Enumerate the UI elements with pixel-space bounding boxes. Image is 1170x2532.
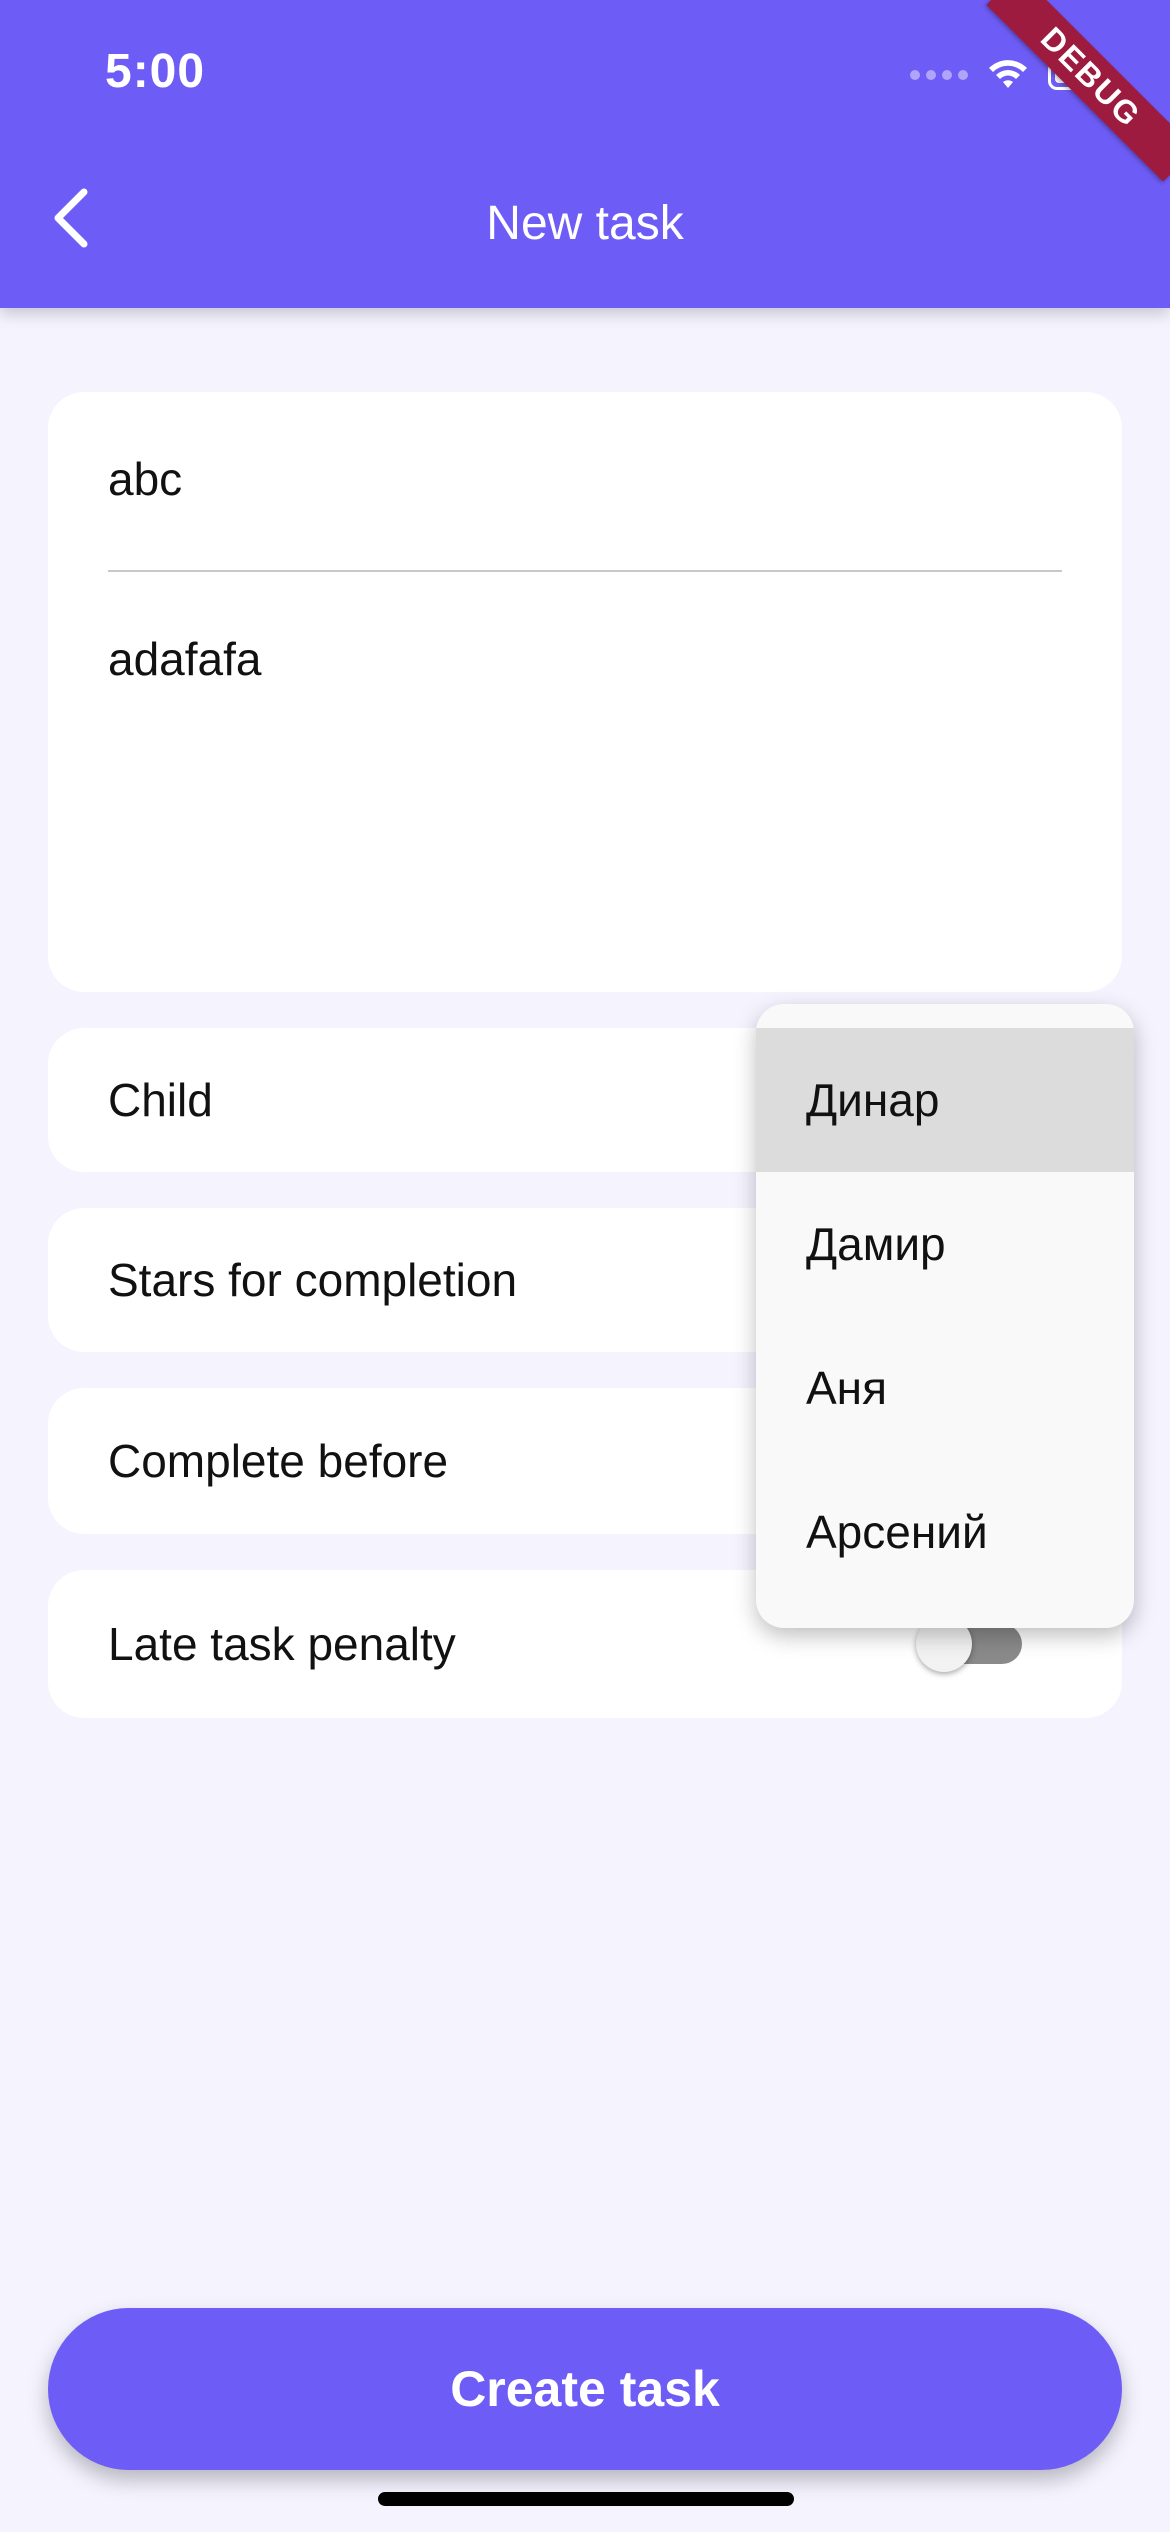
- complete-before-label: Complete before: [108, 1435, 449, 1487]
- task-text-card: abc adafafa: [48, 392, 1122, 992]
- signal-icon: [910, 70, 968, 80]
- dropdown-option[interactable]: Арсений: [756, 1460, 1134, 1604]
- task-description-input[interactable]: adafafa: [108, 632, 261, 686]
- app-bar: 5:00 DEBUG New task: [0, 0, 1170, 308]
- late-penalty-toggle[interactable]: [916, 1616, 1022, 1672]
- task-title-input[interactable]: abc: [108, 452, 182, 506]
- home-indicator: [378, 2492, 794, 2506]
- dropdown-option[interactable]: Аня: [756, 1316, 1134, 1460]
- title-divider: [108, 570, 1062, 572]
- dropdown-option[interactable]: Динар: [756, 1028, 1134, 1172]
- page-title: New task: [486, 197, 684, 250]
- child-label: Child: [108, 1074, 213, 1126]
- wifi-icon: [989, 60, 1027, 88]
- dropdown-option[interactable]: Дамир: [756, 1172, 1134, 1316]
- status-time: 5:00: [105, 45, 206, 98]
- stars-label: Stars for completion: [108, 1254, 518, 1306]
- child-dropdown-menu: Динар Дамир Аня Арсений: [756, 1004, 1134, 1628]
- late-penalty-label: Late task penalty: [108, 1618, 456, 1670]
- create-task-button[interactable]: Create task: [48, 2308, 1122, 2470]
